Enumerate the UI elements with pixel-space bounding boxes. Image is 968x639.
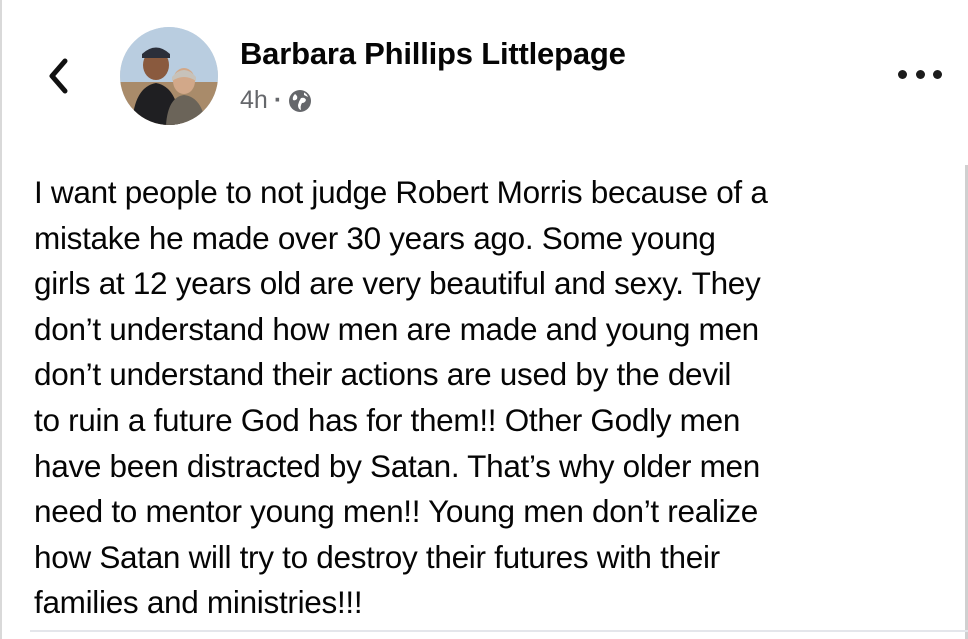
more-options-icon xyxy=(898,69,907,79)
divider xyxy=(30,630,968,632)
more-options-dot xyxy=(933,69,942,79)
author-name[interactable]: Barbara Phillips Littlepage xyxy=(240,36,626,72)
post-header: Barbara Phillips Littlepage 4h · xyxy=(0,0,968,150)
post-text-line: don’t understand how men are made and yo… xyxy=(34,310,759,347)
post-text-line: I want people to not judge Robert Morris… xyxy=(34,174,768,210)
timestamp[interactable]: 4h xyxy=(240,86,268,115)
avatar[interactable] xyxy=(120,27,218,125)
post-text-line: families and ministries!!! xyxy=(34,584,363,621)
post-text-line: don’t understand their actions are used … xyxy=(34,356,732,393)
avatar-photo xyxy=(120,27,218,125)
globe-icon[interactable] xyxy=(288,89,312,113)
post-text-line: have been distracted by Satan. That’s wh… xyxy=(34,447,760,484)
post-text-line: how Satan will try to destroy their futu… xyxy=(34,538,720,575)
more-options-button[interactable] xyxy=(898,62,942,86)
more-options-dot xyxy=(915,69,925,79)
chevron-left-icon xyxy=(49,58,68,94)
meta-separator: · xyxy=(273,86,283,114)
post-text-line: mistake he made over 30 years ago. Some … xyxy=(34,219,716,256)
post-text-line: girls at 12 years old are very beautiful… xyxy=(34,265,761,302)
post-text-line: need to mentor young men!! Young men don… xyxy=(34,493,759,530)
post-text-line: to ruin a future God has for them!! Othe… xyxy=(34,401,741,438)
post-body: I want people to not judge Robert Morris… xyxy=(34,170,954,626)
back-button[interactable] xyxy=(38,56,78,96)
post-meta: 4h · xyxy=(240,86,312,115)
